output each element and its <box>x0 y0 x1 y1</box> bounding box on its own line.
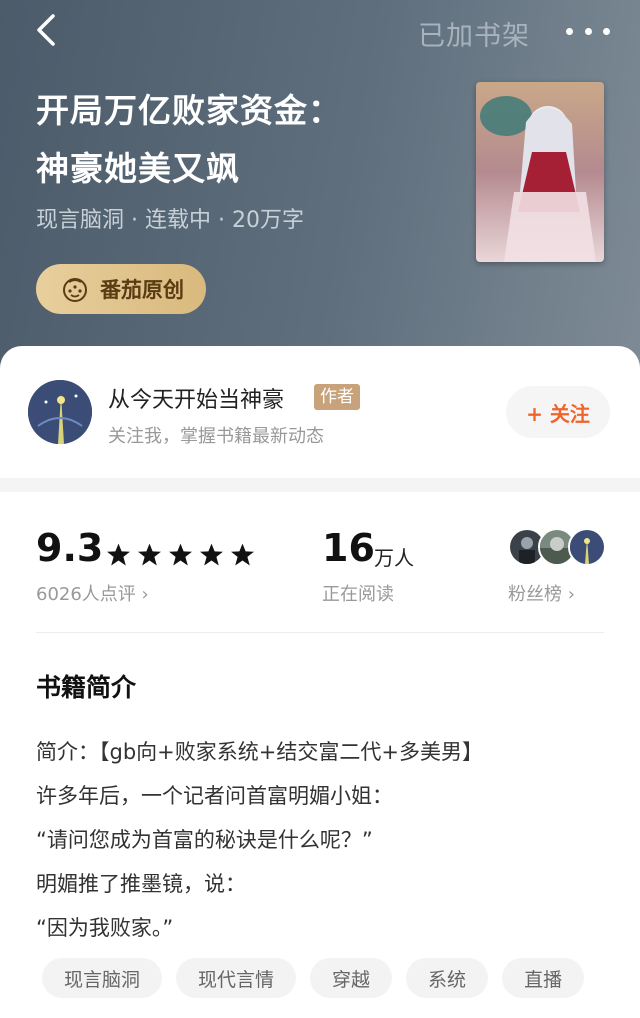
divider <box>36 632 604 633</box>
author-row[interactable]: 从今天开始当神豪 作者 关注我，掌握书籍最新动态 + 关注 <box>0 346 640 478</box>
intro-line: “因为我败家。” <box>36 916 174 940</box>
genre-tags: 现言脑洞 现代言情 穿越 系统 直播 <box>42 958 585 998</box>
author-subtitle: 关注我，掌握书籍最新动态 <box>108 426 324 447</box>
book-title: 开局万亿败家资金： 神豪她美又飒 <box>36 91 342 188</box>
rating-score: 9.3 <box>36 526 104 570</box>
intro-line: “请问您成为首富的秘诀是什么呢？” <box>36 828 373 852</box>
detail-sheet: 从今天开始当神豪 作者 关注我，掌握书籍最新动态 + 关注 9.3 6026人点… <box>0 346 640 1018</box>
author-name[interactable]: 从今天开始当神豪 <box>108 382 284 414</box>
follow-button[interactable]: + 关注 <box>506 386 610 438</box>
genre-tag[interactable]: 现代言情 <box>176 958 297 998</box>
star-icon <box>138 543 161 566</box>
book-meta: 现言脑洞 · 连载中 · 20万字 <box>36 208 304 233</box>
book-cover-art <box>476 82 604 262</box>
more-button[interactable] <box>566 18 610 44</box>
chevron-left-icon <box>37 14 55 46</box>
star-icon <box>169 543 192 566</box>
readers-unit: 万人 <box>374 546 414 570</box>
intro-body[interactable]: 简介：【gb向+败家系统+结交富二代+多美男】 许多年后，一个记者问首富明媚小姐… <box>36 730 616 950</box>
fan-avatars[interactable] <box>508 528 608 566</box>
tomato-icon <box>63 278 87 302</box>
back-button[interactable] <box>26 10 66 50</box>
shelf-status[interactable]: 已加书架 <box>418 14 530 53</box>
origin-badge-label: 番茄原创 <box>100 278 184 302</box>
book-header: 已加书架 开局万亿败家资金： 神豪她美又飒 现言脑洞 · 连载中 · 20万字 … <box>0 0 640 380</box>
origin-badge[interactable]: 番茄原创 <box>36 264 206 314</box>
author-tag: 作者 <box>314 384 360 410</box>
intro-line: 简介：【gb向+败家系统+结交富二代+多美男】 <box>36 740 483 764</box>
more-dots-icon <box>566 27 573 35</box>
author-avatar[interactable] <box>28 380 92 444</box>
intro-line: 许多年后，一个记者问首富明媚小姐： <box>36 784 393 808</box>
fan-avatar[interactable] <box>568 528 606 566</box>
book-cover[interactable] <box>476 82 604 262</box>
readers-count: 16 <box>322 526 375 570</box>
genre-tag[interactable]: 直播 <box>502 958 585 998</box>
genre-tag[interactable]: 穿越 <box>310 958 393 998</box>
genre-tag[interactable]: 系统 <box>406 958 489 998</box>
star-icon <box>107 543 130 566</box>
reviews-link[interactable]: 6026人点评 › <box>36 580 149 606</box>
genre-tag[interactable]: 现言脑洞 <box>42 958 163 998</box>
section-divider <box>0 478 640 492</box>
rating-stars <box>106 542 255 567</box>
intro-heading: 书籍简介 <box>36 673 137 702</box>
fans-ranking-link[interactable]: 粉丝榜 › <box>508 580 575 606</box>
intro-line: 明媚推了推墨镜，说： <box>36 872 246 896</box>
star-icon <box>231 543 254 566</box>
readers-label: 正在阅读 <box>322 584 394 605</box>
star-icon <box>200 543 223 566</box>
